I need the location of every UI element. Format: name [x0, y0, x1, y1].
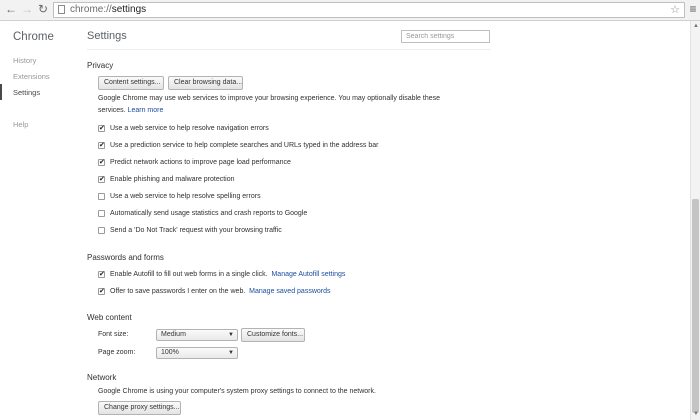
clear-browsing-data-button[interactable]: Clear browsing data...	[168, 76, 243, 90]
option-label: Automatically send usage statistics and …	[110, 210, 308, 217]
url-scheme: chrome://	[70, 4, 112, 15]
content-settings-button[interactable]: Content settings...	[98, 76, 164, 90]
option-label: Use a web service to help resolve spelli…	[110, 193, 261, 200]
checkbox-prediction-service[interactable]: ✔	[98, 142, 105, 149]
sidebar-item-extensions[interactable]: Extensions	[13, 72, 50, 81]
scroll-up-arrow-icon[interactable]: ▲	[692, 22, 700, 30]
option-label: Send a 'Do Not Track' request with your …	[110, 227, 282, 234]
privacy-description-services: services.	[98, 107, 126, 114]
privacy-description-line2: services. Learn more	[98, 107, 163, 114]
checkbox-do-not-track[interactable]	[98, 227, 105, 234]
font-size-value: Medium	[161, 331, 186, 338]
page-zoom-label: Page zoom:	[98, 349, 136, 356]
network-section-title: Network	[87, 373, 117, 382]
checkbox-usage-statistics[interactable]	[98, 210, 105, 217]
checkbox-spelling-errors[interactable]	[98, 193, 105, 200]
option-label: Predict network actions to improve page …	[110, 159, 291, 166]
chevron-down-icon: ▼	[228, 350, 234, 356]
bookmark-star-icon[interactable]: ☆	[670, 3, 680, 17]
change-proxy-settings-button[interactable]: Change proxy settings...	[98, 401, 181, 415]
checkbox-phishing-protection[interactable]: ✔	[98, 176, 105, 183]
search-settings-input[interactable]	[401, 30, 490, 43]
settings-main: Settings Privacy Content settings... Cle…	[75, 21, 690, 420]
customize-fonts-button[interactable]: Customize fonts...	[241, 328, 305, 342]
font-size-label: Font size:	[98, 331, 129, 338]
url-text[interactable]: chrome://settings	[70, 3, 146, 17]
forward-arrow-icon[interactable]: →	[20, 2, 34, 16]
back-arrow-icon[interactable]: ←	[4, 2, 18, 16]
page-title: Settings	[87, 30, 127, 42]
network-description: Google Chrome is using your computer's s…	[98, 388, 376, 395]
scrollbar-thumb[interactable]	[692, 199, 699, 413]
checkbox-navigation-errors[interactable]: ✔	[98, 125, 105, 132]
sidebar-item-history[interactable]: History	[13, 56, 36, 65]
privacy-section-title: Privacy	[87, 61, 114, 70]
sidebar-item-settings[interactable]: Settings	[13, 88, 40, 97]
checkbox-autofill[interactable]: ✔	[98, 271, 105, 278]
font-size-select[interactable]: Medium ▼	[156, 329, 238, 341]
option-label: Enable phishing and malware protection	[110, 176, 235, 183]
chevron-down-icon: ▼	[228, 332, 234, 338]
hamburger-menu-icon[interactable]: ≡	[687, 2, 699, 16]
page-scrollbar[interactable]: ▲ ▼	[690, 21, 700, 420]
active-nav-indicator	[0, 84, 2, 100]
save-passwords-label-text: Offer to save passwords I enter on the w…	[110, 288, 246, 295]
page-zoom-value: 100%	[161, 349, 179, 356]
checkbox-predict-network[interactable]: ✔	[98, 159, 105, 166]
manage-autofill-link[interactable]: Manage Autofill settings	[271, 271, 345, 278]
save-passwords-label: Offer to save passwords I enter on the w…	[110, 288, 331, 295]
reload-icon[interactable]: ↻	[36, 2, 50, 16]
checkbox-save-passwords[interactable]: ✔	[98, 288, 105, 295]
web-content-section-title: Web content	[87, 313, 132, 322]
autofill-label-text: Enable Autofill to fill out web forms in…	[110, 271, 268, 278]
browser-toolbar: ← → ↻ chrome://settings ☆ ≡	[0, 0, 700, 21]
url-path: settings	[111, 4, 147, 15]
header-divider	[87, 49, 491, 50]
option-label: Use a prediction service to help complet…	[110, 142, 379, 149]
privacy-description: Google Chrome may use web services to im…	[98, 95, 441, 102]
scroll-down-arrow-icon[interactable]: ▼	[692, 410, 700, 418]
page-zoom-select[interactable]: 100% ▼	[156, 347, 238, 359]
autofill-label: Enable Autofill to fill out web forms in…	[110, 271, 345, 278]
page-icon	[58, 5, 65, 14]
sidebar-item-help[interactable]: Help	[13, 120, 28, 129]
sidebar: Chrome History Extensions Settings Help	[0, 21, 75, 420]
passwords-section-title: Passwords and forms	[87, 253, 164, 262]
sidebar-title: Chrome	[13, 31, 54, 43]
address-bar[interactable]: chrome://settings ☆	[53, 2, 685, 18]
option-label: Use a web service to help resolve naviga…	[110, 125, 269, 132]
manage-passwords-link[interactable]: Manage saved passwords	[249, 288, 330, 295]
learn-more-link[interactable]: Learn more	[128, 107, 164, 114]
